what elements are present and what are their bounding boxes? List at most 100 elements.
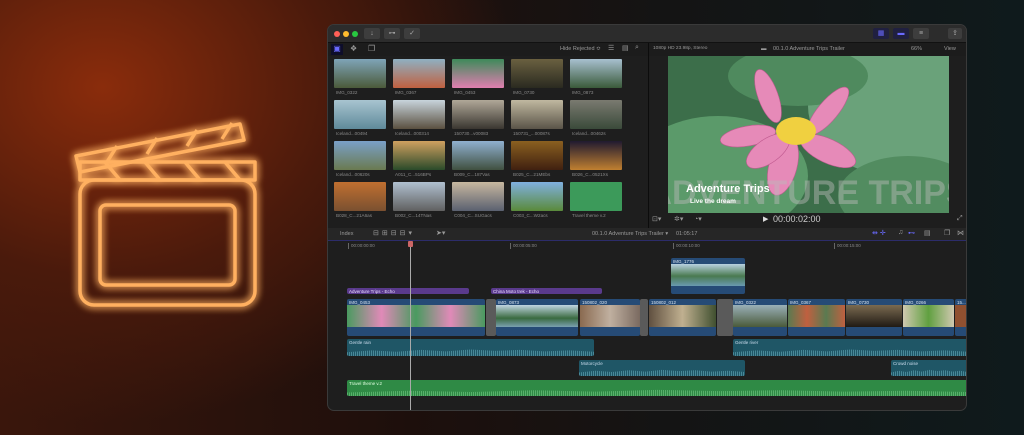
browser-thumbnail[interactable] <box>334 141 386 170</box>
browser-thumbnail[interactable] <box>334 100 386 129</box>
storyline-clip[interactable]: 15... <box>955 299 966 336</box>
audio-skim-icon[interactable]: ♫ <box>898 229 903 236</box>
viewer-header: 1080p HD 23.98p, Stereo ▬ 00.1.0 Adventu… <box>649 43 966 56</box>
storyline-clip[interactable]: IMG_0322 <box>733 299 787 336</box>
thumbnail-label: C003_C...W2acs <box>513 213 548 218</box>
clip-filmstrip <box>649 305 716 328</box>
edit-buttons-icon[interactable]: ⊟⊞⊟⊟▾ <box>373 229 415 237</box>
transition-clip[interactable] <box>486 299 496 336</box>
storyline-clip[interactable]: 150802_020 <box>580 299 640 336</box>
format-label: 1080p HD 23.98p, Stereo <box>653 46 708 51</box>
audio-clip[interactable]: Crowd noise <box>891 360 966 376</box>
background-tasks-icon[interactable]: ✓ <box>404 28 420 39</box>
browser-grid: IMG_0322 IMG_0367 IMG_0453 IMG_0730 IMG_0873… <box>328 56 648 231</box>
close-button[interactable] <box>334 31 340 37</box>
viewer-subtitle-text: Live the dream <box>690 198 736 205</box>
fullscreen-icon[interactable]: ⤢ <box>957 215 963 223</box>
clip-filmstrip <box>955 305 966 328</box>
index-button[interactable]: Index <box>340 231 353 237</box>
storyline-clip[interactable]: IMG_0453 <box>347 299 485 336</box>
browser-thumbnail[interactable] <box>570 59 622 88</box>
skimming-icon[interactable]: ⇹✛ <box>872 229 888 237</box>
timeline-project-dropdown[interactable]: 00.1.0 Adventure Trips Trailer ▾ <box>592 231 668 237</box>
zoom-dropdown[interactable]: 66% <box>911 46 922 52</box>
thumbnail-label: Iceland...00494 <box>336 131 368 136</box>
browser-thumbnail[interactable] <box>511 141 563 170</box>
browser-thumbnail[interactable] <box>334 59 386 88</box>
play-button[interactable]: ▶ <box>763 215 768 223</box>
photos-audio-icon[interactable]: ❖ <box>350 44 357 53</box>
browser-thumbnail[interactable] <box>452 182 504 211</box>
browser-thumbnail[interactable] <box>334 182 386 211</box>
viewer-project-title: 00.1.0 Adventure Trips Trailer <box>773 46 845 52</box>
thumbnail-label: C004_C...SUGacs <box>454 213 492 218</box>
viewer-title-text: Adventure Trips <box>686 183 770 195</box>
timeline-area: IMG_1776 Adventure Trips - Echo China Moto… <box>328 251 966 410</box>
connected-clip[interactable]: IMG_1776 <box>671 258 745 294</box>
storyline-clip[interactable]: IMG_0367 <box>788 299 845 336</box>
playhead-handle[interactable] <box>408 241 413 247</box>
thumbnail-label: 150731_...00087s <box>513 131 550 136</box>
thumbnail-label: IMG_0730 <box>513 90 535 95</box>
browser-thumbnail[interactable] <box>452 59 504 88</box>
share-icon[interactable]: ⇪ <box>948 28 962 39</box>
audio-clip[interactable]: Gentle rain <box>347 339 594 356</box>
storyline-clip[interactable]: IMG_0730 <box>846 299 902 336</box>
browser-thumbnail[interactable] <box>511 182 563 211</box>
import-icon[interactable]: ↓ <box>364 28 380 39</box>
browser-thumbnail[interactable] <box>393 100 445 129</box>
zoom-button[interactable] <box>352 31 358 37</box>
keyword-icon[interactable]: ⊶ <box>384 28 400 39</box>
speed-icon[interactable]: ◔▾ <box>694 215 702 223</box>
browser-thumbnail[interactable] <box>570 141 622 170</box>
storyline-clip[interactable]: 150802_012 <box>649 299 716 336</box>
browser-thumbnail[interactable] <box>511 59 563 88</box>
search-icon[interactable]: ⌕ <box>635 44 639 52</box>
select-tool-icon[interactable]: ➤▾ <box>436 229 445 237</box>
browser-thumbnail[interactable] <box>452 141 504 170</box>
music-clip[interactable]: Travel theme v.2 <box>347 380 966 396</box>
thumbnail-label: IMG_0873 <box>572 90 594 95</box>
timecode-display[interactable]: 00:00:02:00 <box>773 214 821 224</box>
enhance-icon[interactable]: ✲▾ <box>674 215 683 223</box>
effects-browser-icon[interactable]: ❐ <box>944 229 950 237</box>
timeline-toggle-icon[interactable]: ▬ <box>893 28 909 39</box>
thumbnail-label: B002_C...14TNas <box>395 213 432 218</box>
storyline-clip[interactable]: IMG_0873 <box>496 299 578 336</box>
audio-clip[interactable]: Motorcycle <box>579 360 745 376</box>
browser-thumbnail[interactable] <box>570 100 622 129</box>
clip-appearance-icon[interactable]: ☰ <box>608 44 614 52</box>
browser-thumbnail[interactable] <box>393 182 445 211</box>
browser-thumbnail[interactable] <box>452 100 504 129</box>
storyline-clip[interactable]: IMG_0266 <box>903 299 954 336</box>
transform-icon[interactable]: ⊡▾ <box>652 215 661 223</box>
transitions-browser-icon[interactable]: ⋈ <box>957 229 964 237</box>
title-clip[interactable]: Adventure Trips - Echo <box>347 288 469 294</box>
browser-thumbnail[interactable] <box>511 100 563 129</box>
transition-clip[interactable] <box>717 299 733 336</box>
browser-thumbnail[interactable] <box>393 141 445 170</box>
clip-filmstrip <box>347 305 485 328</box>
thumbnail-label: IMG_0453 <box>454 90 476 95</box>
transition-clip[interactable] <box>640 299 648 336</box>
playhead[interactable] <box>410 241 411 410</box>
title-clip[interactable]: China Moto trek - Echo <box>491 288 602 294</box>
browser-thumbnail[interactable] <box>393 59 445 88</box>
filmstrip-icon[interactable]: ▤ <box>622 44 629 52</box>
clip-label: Adventure Trips - Echo <box>349 289 395 294</box>
browser-toggle-icon[interactable]: ▦ <box>873 28 889 39</box>
browser-thumbnail[interactable] <box>570 182 622 211</box>
minimize-button[interactable] <box>343 31 349 37</box>
clip-label: Motorcycle <box>581 361 603 366</box>
libraries-icon[interactable]: ▣ <box>331 44 343 55</box>
view-menu[interactable]: View <box>944 46 956 52</box>
clip-appearance-icon[interactable]: ▤ <box>924 229 931 237</box>
audio-clip[interactable]: Gentle river <box>733 339 966 356</box>
filter-dropdown[interactable]: Hide Rejected ≎ <box>560 46 601 52</box>
inspector-toggle-icon[interactable]: ≡ <box>913 28 929 39</box>
final-cut-window: ↓ ⊶ ✓ ▦ ▬ ≡ ⇪ ▣ ❖ ❐ Hide Rejected ≎ ☰ ▤ … <box>327 24 967 411</box>
titles-generators-icon[interactable]: ❐ <box>368 44 375 53</box>
snapping-icon[interactable]: ⊷ <box>908 229 915 237</box>
clapper-small-icon: ▬ <box>761 46 767 52</box>
timeline-ruler[interactable]: 00:00:00:00 00:00:05:00 00:00:10:00 00:00:1… <box>328 241 966 251</box>
